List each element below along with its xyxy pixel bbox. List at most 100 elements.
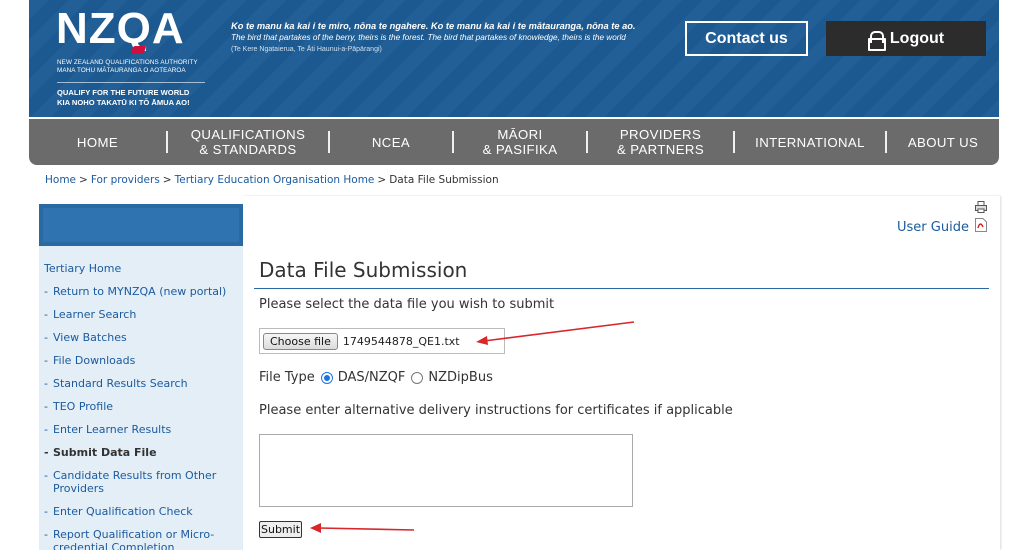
sidebar-item-report-qualification[interactable]: - Report Qualification or Micro-credentia…	[44, 528, 240, 550]
nav-home-label: HOME	[76, 134, 119, 150]
sidebar-item-label: File Downloads	[53, 354, 136, 367]
page: NZQA NEW ZEALAND QUALIFICATIONS AUTHORIT…	[0, 0, 1030, 550]
logo-subtitle: NEW ZEALAND QUALIFICATIONS AUTHORITY MAN…	[57, 59, 237, 75]
nav-divider	[586, 131, 588, 153]
breadcrumb: Home > For providers > Tertiary Education Or…	[45, 174, 499, 186]
nav-divider	[452, 131, 454, 153]
sidebar-item-label: Enter Learner Results	[53, 423, 172, 436]
user-guide-link[interactable]: User Guide	[897, 220, 969, 235]
nav-providers-line1: PROVIDERS	[619, 127, 702, 142]
sidebar-item-label: Candidate Results from Other Providers	[53, 469, 217, 495]
sidebar-item-enter-qualification-check[interactable]: - Enter Qualification Check	[44, 505, 240, 518]
nav-divider	[328, 131, 330, 153]
sidebar-item-label: Tertiary Home	[44, 262, 122, 275]
main-content: User Guide Data File Submission Please s…	[243, 196, 1000, 550]
logout-label: Logout	[889, 29, 945, 47]
sidebar-item-enter-learner-results[interactable]: - Enter Learner Results	[44, 423, 240, 436]
sidebar-item-label: Report Qualification or Micro-credential…	[53, 528, 215, 550]
lock-icon	[867, 30, 886, 51]
nav-international[interactable]: INTERNATIONAL	[735, 119, 885, 165]
sidebar-item-tertiary-home[interactable]: Tertiary Home	[44, 262, 240, 275]
sidebar-bullet: -	[44, 423, 48, 436]
pdf-icon[interactable]	[975, 218, 987, 232]
sidebar-bullet: -	[44, 528, 48, 541]
sidebar-item-view-batches[interactable]: - View Batches	[44, 331, 240, 344]
nav-home[interactable]: HOME	[29, 119, 166, 165]
contact-us-label: Contact us	[705, 29, 788, 47]
sidebar-bullet: -	[44, 285, 48, 298]
breadcrumb-home[interactable]: Home	[45, 174, 76, 186]
sidebar-item-teo-profile[interactable]: - TEO Profile	[44, 400, 240, 413]
print-icon[interactable]	[975, 201, 987, 213]
nav-qualifications-line1: QUALIFICATIONS	[190, 127, 306, 142]
sidebar-bullet: -	[44, 446, 49, 459]
radio-das-nzqf-label[interactable]: DAS/NZQF	[338, 370, 406, 385]
nav-about-label: ABOUT US	[907, 134, 979, 150]
breadcrumb-teo-home[interactable]: Tertiary Education Organisation Home	[175, 174, 375, 186]
nav-maori-line2: & PASIFIKA	[482, 142, 558, 157]
choose-file-button[interactable]: Choose file	[263, 332, 338, 350]
radio-das-nzqf[interactable]	[320, 371, 333, 384]
nav-maori-line1: MĀORI	[497, 127, 543, 142]
logo-subtitle-english: NEW ZEALAND QUALIFICATIONS AUTHORITY	[57, 59, 198, 66]
sidebar-bullet: -	[44, 331, 48, 344]
nav-maori-label: MĀORI & PASIFIKA	[483, 127, 558, 157]
sidebar-bullet: -	[44, 469, 48, 482]
nav-international-label: INTERNATIONAL	[755, 134, 865, 150]
logo-subtitle-maori: MANA TOHU MĀTAURANGA O AOTEAROA	[57, 67, 186, 74]
nav-divider	[885, 131, 887, 153]
radio-nzdipbus[interactable]	[411, 371, 424, 384]
submit-button[interactable]: Submit	[259, 521, 302, 538]
sidebar-item-return-to-mynzqa[interactable]: - Return to MYNZQA (new portal)	[44, 285, 240, 298]
nzqa-logo[interactable]: NZQA	[56, 4, 185, 54]
sidebar-item-file-downloads[interactable]: - File Downloads	[44, 354, 240, 367]
selected-file-name: 1749544878_QE1.txt	[342, 334, 460, 348]
breadcrumb-for-providers[interactable]: For providers	[91, 174, 160, 186]
logo-tagline-maori: KIA NOHO TAKATŪ KI TŌ ĀMUA AO!	[57, 98, 190, 107]
sidebar-item-label: TEO Profile	[53, 400, 114, 413]
nav-providers-label: PROVIDERS & PARTNERS	[617, 127, 704, 157]
logout-button[interactable]: Logout	[826, 21, 986, 56]
sidebar-item-standard-results-search[interactable]: - Standard Results Search	[44, 377, 240, 390]
logo-tagline-english: QUALIFY FOR THE FUTURE WORLD	[57, 88, 190, 97]
sidebar-item-learner-search[interactable]: - Learner Search	[44, 308, 240, 321]
sidebar-item-label: View Batches	[53, 331, 127, 344]
sidebar-bullet: -	[44, 308, 48, 321]
nav-qualifications-line2: & STANDARDS	[199, 142, 297, 157]
main-nav: HOME QUALIFICATIONS & STANDARDS NCEA MĀOR…	[29, 119, 999, 165]
contact-us-button[interactable]: Contact us	[685, 21, 808, 56]
sidebar-item-label: Submit Data File	[53, 446, 157, 459]
nav-divider	[166, 131, 168, 153]
sidebar-item-submit-data-file[interactable]: - Submit Data File	[44, 446, 240, 459]
header-motto: Ko te manu ka kai i te miro, nōna te nga…	[231, 20, 671, 55]
sidebar-header-banner	[39, 204, 243, 246]
file-input: Choose file 1749544878_QE1.txt	[259, 328, 505, 354]
page-title: Data File Submission	[259, 258, 468, 282]
nav-providers-line2: & PARTNERS	[616, 142, 705, 157]
nav-about-us[interactable]: ABOUT US	[887, 119, 999, 165]
sidebar-menu: Tertiary Home - Return to MYNZQA (new por…	[44, 262, 240, 550]
breadcrumb-current: Data File Submission	[389, 174, 499, 186]
nav-ncea[interactable]: NCEA	[330, 119, 452, 165]
logo-divider	[57, 82, 205, 83]
motto-attribution: (Te Kere Ngataierua, Te Āti Haunui-a-Pāp…	[231, 46, 382, 53]
breadcrumb-separator: >	[79, 174, 88, 186]
title-divider	[254, 288, 989, 289]
sidebar-item-candidate-results[interactable]: - Candidate Results from Other Providers	[44, 469, 240, 495]
sidebar-bullet: -	[44, 377, 48, 390]
nav-qualifications-standards[interactable]: QUALIFICATIONS & STANDARDS	[168, 119, 328, 165]
breadcrumb-separator: >	[162, 174, 172, 186]
file-type-label: File Type	[259, 370, 315, 385]
nav-ncea-label: NCEA	[371, 134, 411, 150]
delivery-instructions-textarea[interactable]	[259, 434, 633, 507]
breadcrumb-separator: >	[377, 174, 387, 186]
sidebar-bullet: -	[44, 505, 48, 518]
sidebar-item-label: Standard Results Search	[53, 377, 188, 390]
delivery-instructions-label: Please enter alternative delivery instru…	[259, 403, 733, 418]
nav-maori-pasifika[interactable]: MĀORI & PASIFIKA	[454, 119, 586, 165]
sidebar-item-label: Learner Search	[53, 308, 137, 321]
motto-maori: Ko te manu ka kai i te miro, nōna te nga…	[231, 21, 636, 31]
sidebar-bullet: -	[44, 354, 48, 367]
radio-nzdipbus-label[interactable]: NZDipBus	[428, 370, 492, 385]
nav-providers-partners[interactable]: PROVIDERS & PARTNERS	[588, 119, 733, 165]
